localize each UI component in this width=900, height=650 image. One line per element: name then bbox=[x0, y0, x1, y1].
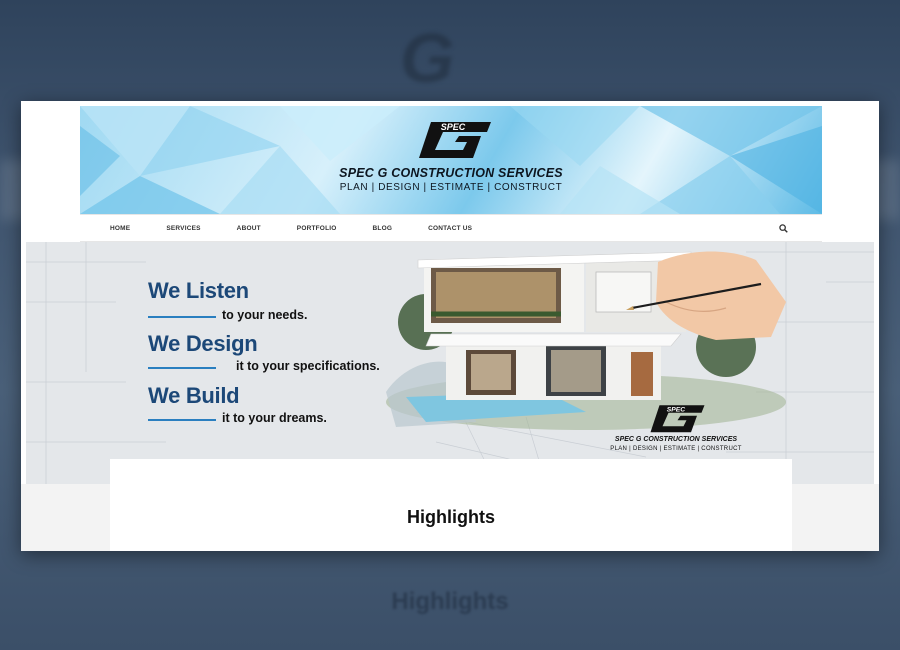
search-icon[interactable] bbox=[779, 224, 788, 233]
nav-contact-us[interactable]: CONTACT US bbox=[428, 225, 472, 232]
highlights-section: Highlights bbox=[110, 459, 792, 551]
nav-blog[interactable]: BLOG bbox=[373, 225, 393, 232]
main-nav: HOME SERVICES ABOUT PORTFOLIO BLOG CONTA… bbox=[80, 214, 822, 242]
company-name: SPEC G CONSTRUCTION SERVICES bbox=[339, 166, 563, 180]
slogan-build: We Build it to your dreams. bbox=[148, 383, 388, 425]
hero-brand-logo: SPEC SPEC G CONSTRUCTION SERVICES PLAN |… bbox=[601, 402, 751, 462]
slogan-listen-heading: We Listen bbox=[148, 278, 249, 303]
nav-about[interactable]: ABOUT bbox=[237, 225, 261, 232]
nav-services[interactable]: SERVICES bbox=[166, 225, 200, 232]
nav-home[interactable]: HOME bbox=[110, 225, 130, 232]
hero-company-tagline: PLAN | DESIGN | ESTIMATE | CONSTRUCT bbox=[610, 446, 742, 452]
hero-company-name: SPEC G CONSTRUCTION SERVICES bbox=[614, 436, 738, 443]
slogan-design-heading: We Design bbox=[148, 331, 258, 356]
svg-text:SPEC: SPEC bbox=[441, 122, 466, 132]
spec-g-logo-icon: SPEC bbox=[419, 122, 491, 158]
hero-slider: We Listen to your needs. We Design it to… bbox=[26, 242, 874, 484]
slogan-design-text: it to your specifications. bbox=[236, 359, 380, 373]
backdrop-logo: G bbox=[400, 19, 455, 97]
slogan-design: We Design it to your specifications. bbox=[148, 331, 388, 373]
slogan-build-heading: We Build bbox=[148, 383, 240, 408]
slogan-listen-text: to your needs. bbox=[222, 308, 308, 322]
highlights-heading: Highlights bbox=[407, 507, 495, 527]
slogan-design-underline bbox=[148, 367, 216, 369]
nav-portfolio[interactable]: PORTFOLIO bbox=[297, 225, 337, 232]
hero-spec-g-logo-icon: SPEC bbox=[650, 405, 705, 433]
slogan-listen-underline bbox=[148, 316, 216, 318]
header-banner: SPEC SPEC G CONSTRUCTION SERVICES PLAN |… bbox=[80, 106, 822, 214]
slogan-listen: We Listen to your needs. bbox=[148, 278, 388, 322]
backdrop-highlights-text: Highlights bbox=[391, 588, 509, 615]
website-screenshot: SPEC SPEC G CONSTRUCTION SERVICES PLAN |… bbox=[21, 101, 879, 551]
company-tagline: PLAN | DESIGN | ESTIMATE | CONSTRUCT bbox=[339, 182, 563, 193]
slogan-build-text: it to your dreams. bbox=[222, 411, 327, 425]
svg-text:SPEC: SPEC bbox=[667, 406, 686, 413]
slogan-build-underline bbox=[148, 419, 216, 421]
